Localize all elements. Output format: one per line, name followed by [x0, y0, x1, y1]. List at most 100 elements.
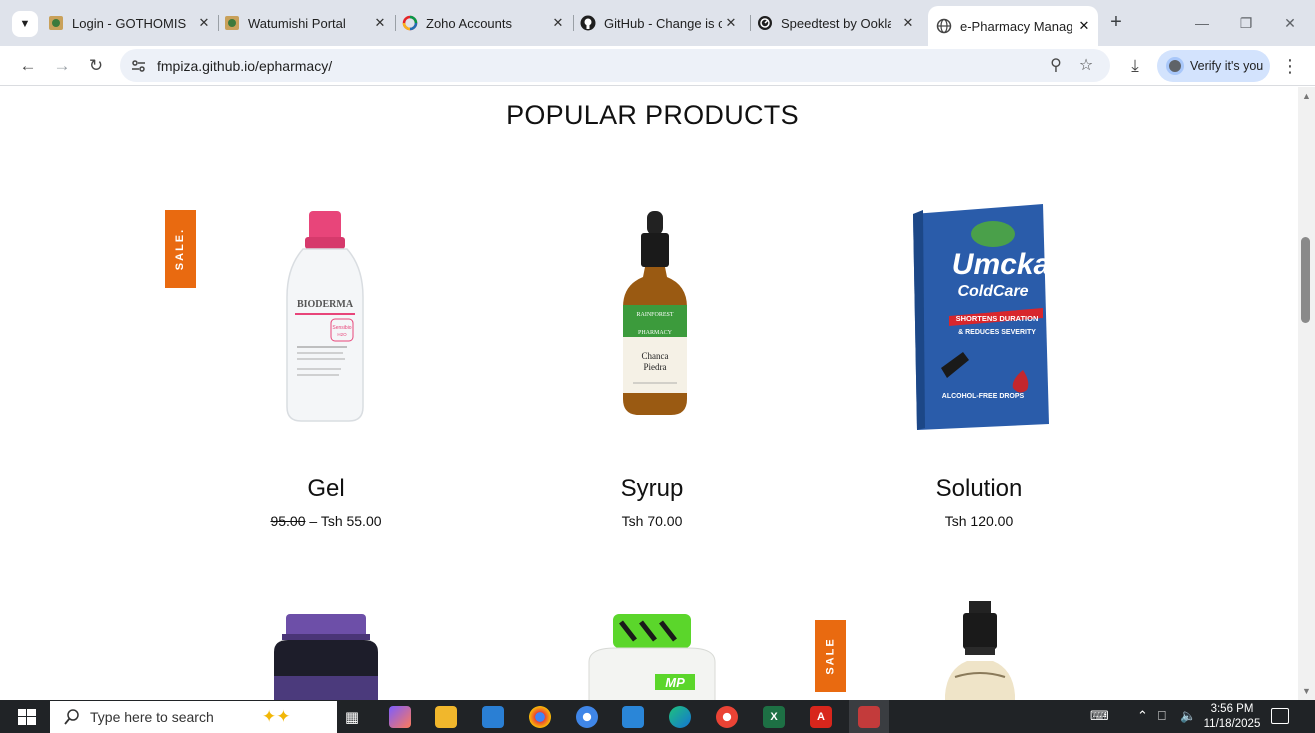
windows-taskbar: Type here to search ✦✦ ▦ X A ⌨ ⌃ ⎕ 🔈 3:5… — [0, 700, 1315, 733]
product-image-syrup[interactable]: RAINFOREST PHARMACY Chanca Piedra — [605, 207, 705, 422]
page-scrollbar[interactable]: ▲ ▼ — [1298, 87, 1315, 700]
windows-start-icon[interactable] — [18, 709, 36, 725]
tab-title: GitHub - Change is cc — [604, 15, 722, 31]
new-tab-icon[interactable]: + — [1105, 12, 1127, 34]
emblem-icon — [224, 15, 240, 31]
bookmark-star-icon[interactable]: ☆ — [1075, 55, 1097, 77]
svg-text:RAINFOREST: RAINFOREST — [636, 312, 673, 318]
search-icon — [64, 709, 79, 725]
edge-icon[interactable] — [669, 706, 691, 728]
tab-epharmacy[interactable]: e-Pharmacy Manager ✕ — [928, 6, 1098, 46]
zoom-icon[interactable]: ⚲ — [1045, 55, 1067, 77]
network-icon[interactable]: ⎕ — [1158, 708, 1166, 724]
close-icon[interactable]: ✕ — [550, 15, 566, 31]
close-icon[interactable]: ✕ — [196, 15, 212, 31]
section-title: POPULAR PRODUCTS — [506, 100, 799, 130]
price-separator: – — [305, 513, 321, 529]
close-icon[interactable]: ✕ — [900, 15, 916, 31]
copilot-app-icon[interactable] — [389, 706, 411, 728]
sale-badge: SALE — [815, 620, 846, 692]
old-price: 95.00 — [270, 513, 306, 529]
mail-app-icon[interactable] — [482, 706, 504, 728]
svg-text:PHARMACY: PHARMACY — [638, 330, 673, 336]
svg-text:Umcka: Umcka — [952, 248, 1050, 281]
tab-separator — [750, 15, 751, 31]
forward-arrow-icon[interactable]: → — [50, 54, 74, 78]
zoho-icon — [402, 15, 418, 31]
keyboard-icon[interactable]: ⌨ — [1090, 708, 1109, 724]
reload-icon[interactable]: ↻ — [84, 54, 108, 78]
taskbar-search-box[interactable]: Type here to search ✦✦ — [50, 701, 337, 733]
svg-text:Chanca: Chanca — [642, 351, 669, 361]
browser-toolbar: ← → ↻ fmpiza.github.io/epharmacy/ ⚲ ☆ ⤓ … — [0, 46, 1315, 86]
restore-icon[interactable]: ❐ — [1234, 12, 1258, 34]
svg-text:ALCOHOL-FREE DROPS: ALCOHOL-FREE DROPS — [942, 393, 1025, 400]
verify-button[interactable]: Verify it's you — [1157, 50, 1270, 82]
chrome-alt-icon[interactable] — [716, 706, 738, 728]
product-image-solution[interactable]: Umcka ColdCare SHORTENS DURATION & REDUC… — [905, 202, 1055, 434]
scroll-thumb[interactable] — [1301, 237, 1310, 323]
svg-text:& REDUCES SEVERITY: & REDUCES SEVERITY — [958, 329, 1036, 336]
tab-separator — [573, 15, 574, 31]
task-view-icon[interactable]: ▦ — [341, 706, 363, 728]
svg-text:SHORTENS DURATION: SHORTENS DURATION — [956, 314, 1039, 323]
pointer-app-icon[interactable] — [858, 706, 880, 728]
clock-date: 11/18/2025 — [1203, 718, 1261, 730]
tab-speedtest[interactable]: Speedtest by Ookla - ✕ — [757, 8, 922, 38]
file-explorer-icon[interactable] — [435, 706, 457, 728]
page-viewport: POPULAR PRODUCTS SALE. BIODERMA Sensibio… — [0, 87, 1298, 700]
close-icon[interactable]: ✕ — [723, 15, 739, 31]
window-close-icon[interactable]: ✕ — [1278, 12, 1302, 34]
volume-icon[interactable]: 🔈 — [1180, 708, 1196, 724]
copilot-sparkle-icon[interactable]: ✦✦ — [262, 707, 291, 727]
tab-github[interactable]: GitHub - Change is cc ✕ — [580, 8, 745, 38]
product-image-spray[interactable] — [925, 599, 1035, 700]
globe-icon — [936, 18, 952, 34]
scroll-down-icon[interactable]: ▼ — [1302, 686, 1311, 696]
tray-chevron-icon[interactable]: ⌃ — [1137, 708, 1148, 724]
tab-watumishi[interactable]: Watumishi Portal ✕ — [224, 8, 394, 38]
excel-icon[interactable]: X — [763, 706, 785, 728]
tab-gothomis[interactable]: Login - GOTHOMIS ✕ — [48, 8, 218, 38]
product-image-capsules[interactable] — [268, 612, 384, 700]
search-placeholder: Type here to search — [90, 709, 214, 725]
minimize-icon[interactable]: — — [1190, 12, 1214, 34]
emblem-icon — [48, 15, 64, 31]
sale-badge: SALE. — [165, 210, 196, 288]
tab-zoho[interactable]: Zoho Accounts ✕ — [402, 8, 572, 38]
more-menu-icon[interactable]: ⋮ — [1280, 55, 1300, 77]
product-name[interactable]: Solution — [879, 475, 1079, 503]
tab-search-button[interactable]: ▼ — [12, 11, 38, 37]
github-icon — [580, 15, 596, 31]
profile-icon — [1166, 57, 1184, 75]
product-name[interactable]: Gel — [226, 475, 426, 503]
tab-title: e-Pharmacy Manager — [960, 18, 1072, 34]
chrome-icon[interactable] — [529, 706, 551, 728]
product-image-gel[interactable]: BIODERMA Sensibio H2O — [275, 207, 375, 427]
scroll-up-icon[interactable]: ▲ — [1302, 91, 1311, 101]
svg-text:H2O: H2O — [337, 332, 347, 337]
store-icon[interactable] — [622, 706, 644, 728]
notification-icon[interactable] — [1271, 708, 1289, 724]
back-arrow-icon[interactable]: ← — [16, 54, 40, 78]
download-icon[interactable]: ⤓ — [1123, 54, 1147, 78]
chrome-profile-icon[interactable] — [576, 706, 598, 728]
tab-title: Zoho Accounts — [426, 15, 512, 31]
taskbar-clock[interactable]: 3:56 PM 11/18/2025 — [1198, 702, 1266, 732]
address-bar[interactable]: fmpiza.github.io/epharmacy/ ⚲ ☆ — [120, 49, 1110, 82]
speedtest-icon — [757, 15, 773, 31]
svg-text:BIODERMA: BIODERMA — [297, 299, 354, 310]
verify-label: Verify it's you — [1190, 59, 1264, 73]
product-image-protein[interactable]: MP — [585, 612, 720, 700]
product-name[interactable]: Syrup — [552, 475, 752, 503]
product-price: Tsh 120.00 — [944, 513, 1014, 529]
tab-strip: ▼ Login - GOTHOMIS ✕ Watumishi Portal ✕ … — [0, 0, 1315, 46]
svg-text:MP: MP — [665, 675, 685, 690]
close-icon[interactable]: ✕ — [372, 15, 388, 31]
close-icon[interactable]: ✕ — [1076, 18, 1092, 34]
svg-text:ColdCare: ColdCare — [957, 283, 1028, 300]
product-price: 95.00 – Tsh 55.00 — [206, 513, 446, 529]
svg-text:Piedra: Piedra — [644, 362, 667, 372]
acrobat-icon[interactable]: A — [810, 706, 832, 728]
site-settings-icon[interactable] — [130, 57, 148, 75]
